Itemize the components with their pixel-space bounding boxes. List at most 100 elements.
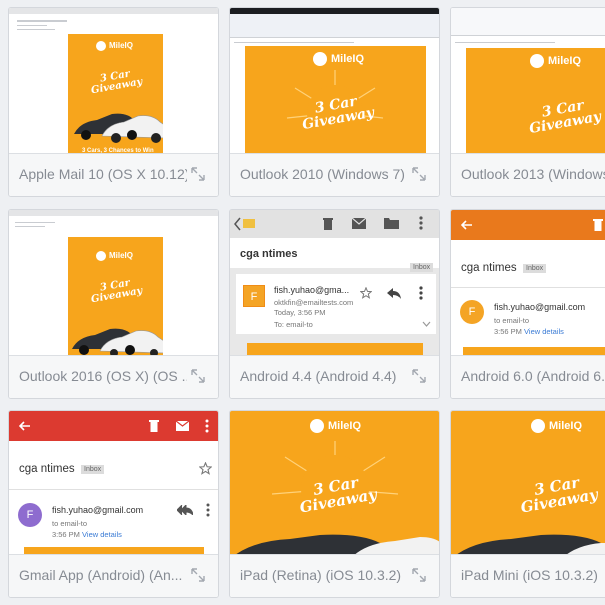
sender-avatar: F: [460, 300, 484, 324]
expand-icon[interactable]: [411, 368, 427, 384]
preview-card-ipad-retina[interactable]: MileIQ 3 Car Giveaway iPad (Retina) (iOS …: [229, 410, 440, 598]
brand-name: MileIQ: [548, 55, 582, 67]
overflow-menu-icon[interactable]: [205, 419, 209, 433]
client-label: Outlook 2013 (Windows: [461, 166, 605, 182]
promo-image: MileIQ 3 Car Giveaway: [230, 411, 439, 558]
brand-name: MileIQ: [328, 420, 362, 432]
delete-icon[interactable]: [593, 218, 603, 231]
mileiq-logo-icon: [96, 251, 106, 261]
sender-email: fish.yuhao@gma...: [274, 285, 350, 295]
sender-email: fish.yuhao@gmail.com: [494, 302, 586, 312]
client-label: Outlook 2010 (Windows 7): [240, 166, 405, 182]
delete-icon[interactable]: [149, 419, 159, 432]
mileiq-logo-icon: [310, 419, 324, 433]
promo-image: MileIQ 3 Car Giveaway: [245, 46, 426, 155]
mileiq-logo-icon: [313, 52, 327, 66]
client-label: Gmail App (Android) (An...: [19, 567, 183, 583]
preview-thumbnail: MileIQ 3 Car Giveaway: [451, 8, 605, 155]
preview-card-outlook-2013[interactable]: MileIQ 3 Car Giveaway Outlook 2013 (Windo…: [450, 7, 605, 197]
mileiq-logo-icon: [530, 54, 544, 68]
view-details-link[interactable]: View details: [524, 327, 564, 336]
action-bar: [451, 210, 605, 240]
mail-icon[interactable]: [352, 218, 366, 229]
preview-card-apple-mail[interactable]: MileIQ 3 Car Giveaway 3 Cars, 3 Chances t…: [8, 7, 219, 197]
client-label: iPad Mini (iOS 10.3.2): [461, 567, 598, 583]
email-to: to email-to: [52, 519, 88, 528]
email-date: Today, 3:56 PM: [274, 308, 326, 317]
from-alias: oktkfin@emailtests.com: [274, 298, 354, 307]
client-label: Android 6.0 (Android 6.: [461, 368, 605, 384]
view-details-link[interactable]: View details: [82, 530, 122, 539]
preview-card-android-6-0[interactable]: cga ntimes Inbox F fish.yuhao@gmail.com …: [450, 209, 605, 399]
promo-image: MileIQ 3 Car Giveaway: [466, 48, 605, 155]
preview-thumbnail: cga ntimes Inbox F fish.yuhao@gmail.com …: [9, 411, 218, 558]
preview-thumbnail: MileIQ 3 Car Giveaway: [230, 411, 439, 558]
brand-name: MileIQ: [331, 53, 365, 65]
message-menu-icon[interactable]: [419, 286, 423, 300]
client-label: Android 4.4 (Android 4.4): [240, 368, 397, 384]
headline: 3 Car Giveaway: [90, 68, 144, 97]
client-label: Apple Mail 10 (OS X 10.12): [19, 166, 187, 182]
preview-thumbnail: MileIQ 3 Car Giveaway: [451, 411, 605, 558]
promo-image: MileIQ 3 Car Giveaway: [68, 237, 163, 357]
preview-card-ipad-mini[interactable]: MileIQ 3 Car Giveaway iPad Mini (iOS 10.3…: [450, 410, 605, 598]
preview-card-outlook-2010[interactable]: MileIQ 3 Car Giveaway Outlook 2010 (Windo…: [229, 7, 440, 197]
headline: 3 Car Giveaway: [519, 473, 600, 517]
preview-card-gmail-app[interactable]: cga ntimes Inbox F fish.yuhao@gmail.com …: [8, 410, 219, 598]
message-menu-icon[interactable]: [206, 503, 210, 517]
inbox-badge: Inbox: [523, 264, 547, 273]
email-time-details: 3:56 PM View details: [494, 327, 564, 336]
chevron-down-icon[interactable]: [422, 321, 431, 327]
action-bar: [9, 411, 218, 441]
brand-name: MileIQ: [549, 420, 583, 432]
preview-card-outlook-2016[interactable]: MileIQ 3 Car Giveaway Outlook 2016 (OS X)…: [8, 209, 219, 399]
overflow-menu-icon[interactable]: [419, 216, 423, 230]
star-icon[interactable]: [360, 287, 372, 299]
brand-name: MileIQ: [109, 41, 134, 50]
cars-graphic: [74, 113, 163, 143]
mail-icon[interactable]: [176, 421, 189, 431]
expand-icon[interactable]: [190, 567, 206, 583]
back-arrow-icon[interactable]: [19, 421, 31, 431]
preview-thumbnail: cga ntimes Inbox F fish.yuhao@gma... okt…: [230, 210, 439, 357]
email-subject: cga ntimes: [19, 463, 75, 475]
client-preview-grid: MileIQ 3 Car Giveaway 3 Cars, 3 Chances t…: [0, 0, 605, 605]
sender-email: fish.yuhao@gmail.com: [52, 505, 144, 515]
reply-all-icon[interactable]: [177, 505, 193, 515]
inbox-badge: Inbox: [410, 263, 434, 272]
promo-image: MileIQ 3 Car Giveaway: [451, 411, 605, 558]
client-label: iPad (Retina) (iOS 10.3.2): [240, 567, 402, 583]
preview-thumbnail: MileIQ 3 Car Giveaway 3 Cars, 3 Chances t…: [9, 8, 218, 155]
expand-icon[interactable]: [411, 166, 427, 182]
star-icon[interactable]: [199, 462, 212, 475]
cars-graphic: [72, 328, 163, 357]
email-subject: cga ntimes: [461, 262, 517, 274]
back-mail-icon[interactable]: [234, 216, 256, 232]
email-time-details: 3:56 PM View details: [52, 530, 122, 539]
mileiq-logo-icon: [96, 41, 106, 51]
delete-icon[interactable]: [322, 217, 334, 231]
expand-icon[interactable]: [411, 567, 427, 583]
reply-icon[interactable]: [387, 288, 401, 299]
client-label: Outlook 2016 (OS X) (OS ...: [19, 368, 187, 384]
email-to: To: email-to: [274, 320, 313, 329]
inbox-badge: Inbox: [81, 465, 105, 474]
email-subject: cga ntimes: [240, 248, 298, 260]
mileiq-logo-icon: [531, 419, 545, 433]
promo-image: MileIQ 3 Car Giveaway 3 Cars, 3 Chances t…: [68, 34, 163, 155]
brand-name: MileIQ: [109, 251, 134, 260]
back-arrow-icon[interactable]: [461, 220, 473, 230]
preview-thumbnail: cga ntimes Inbox F fish.yuhao@gmail.com …: [451, 210, 605, 357]
email-to: to email-to: [494, 316, 530, 325]
sender-avatar: F: [18, 503, 42, 527]
sender-avatar: F: [243, 285, 265, 307]
preview-thumbnail: MileIQ 3 Car Giveaway: [230, 8, 439, 155]
folder-icon[interactable]: [384, 217, 399, 229]
expand-icon[interactable]: [190, 368, 206, 384]
headline: 3 Car Giveaway: [90, 277, 144, 306]
expand-icon[interactable]: [190, 166, 206, 182]
preview-thumbnail: MileIQ 3 Car Giveaway: [9, 210, 218, 357]
headline: 3 Car Giveaway: [528, 97, 603, 138]
action-bar: [230, 210, 439, 238]
preview-card-android-4-4[interactable]: cga ntimes Inbox F fish.yuhao@gma... okt…: [229, 209, 440, 399]
